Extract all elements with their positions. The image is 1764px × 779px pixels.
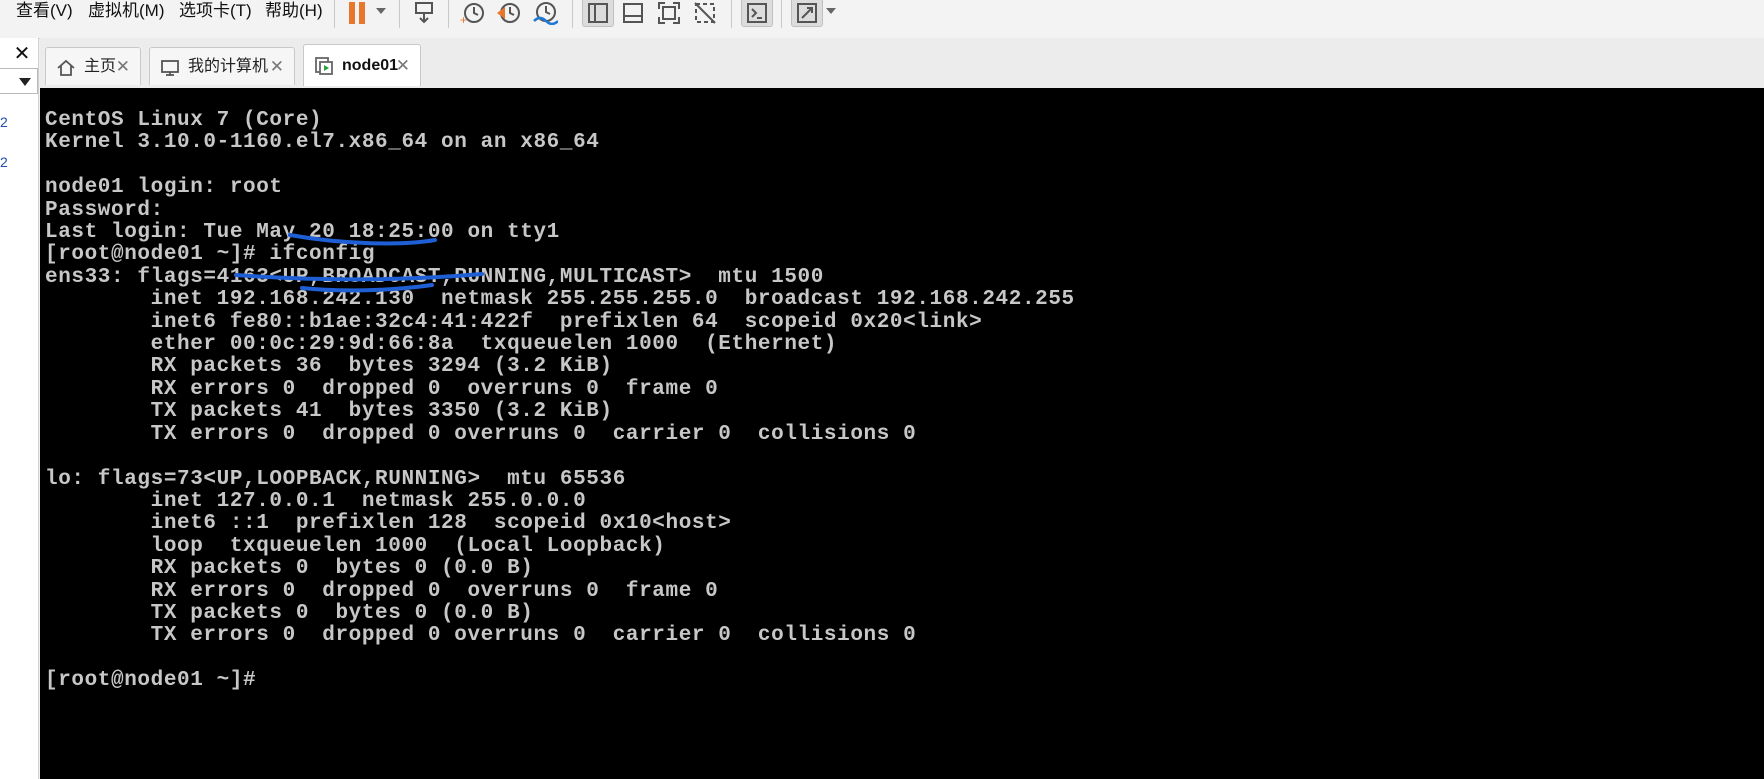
console-line: TX packets 0 bytes 0 (0.0 B): [45, 601, 534, 625]
toolbar-separator: [572, 0, 573, 28]
tab-label: node01: [342, 57, 399, 74]
tab-label: 主页: [84, 58, 117, 75]
console-line: RX errors 0 dropped 0 overruns 0 frame 0: [45, 377, 719, 401]
toolbar-separator: [448, 0, 449, 28]
unity-button[interactable]: [690, 0, 720, 26]
console-line: [root@node01 ~]#: [45, 669, 257, 693]
computer-icon: [161, 60, 179, 76]
vm-icon: [315, 57, 333, 75]
tab-node01[interactable]: node01 ✕: [303, 44, 421, 86]
toolbar-separator: [731, 0, 732, 28]
home-icon: [57, 59, 75, 76]
console-line: ens33: flags=4163<UP,BROADCAST,RUNNING,M…: [45, 265, 824, 289]
console-line: [root@node01 ~]# ifconfig: [45, 243, 376, 267]
menu-view[interactable]: 查看(V): [14, 0, 75, 22]
send-ctrl-alt-del-icon: [415, 2, 433, 24]
console-line: inet6 fe80::b1ae:32c4:41:422f prefixlen …: [45, 310, 983, 334]
snapshot-revert-button[interactable]: [494, 0, 524, 26]
unity-icon: [694, 2, 716, 24]
chevron-down-icon[interactable]: [19, 78, 31, 86]
library-item-fragment[interactable]: 2: [0, 114, 8, 130]
console-line: TX errors 0 dropped 0 overruns 0 carrier…: [45, 422, 917, 446]
library-item-fragment[interactable]: 2: [0, 154, 8, 170]
console-line: node01 login: root: [45, 176, 283, 200]
tab-strip: 主页 ✕ 我的计算机 ✕ node01 ✕: [40, 38, 1764, 89]
tab-label: 我的计算机: [188, 58, 269, 75]
show-library-icon: [588, 3, 608, 23]
console-line: ether 00:0c:29:9d:66:8a txqueuelen 1000 …: [45, 333, 838, 357]
toolbar-separator: [399, 0, 400, 28]
close-icon[interactable]: ✕: [396, 57, 410, 75]
snapshot-take-icon: +: [460, 3, 484, 25]
autofit-dropdown-arrow[interactable]: [826, 8, 836, 14]
console-view-icon: [747, 3, 767, 23]
vm-console-screen[interactable]: CentOS Linux 7 (Core) Kernel 3.10.0-1160…: [40, 88, 1764, 779]
thumbnail-bar-button[interactable]: [618, 0, 648, 26]
console-line: TX errors 0 dropped 0 overruns 0 carrier…: [45, 624, 917, 648]
console-line: CentOS Linux 7 (Core): [45, 109, 323, 132]
autofit-icon: [797, 3, 817, 23]
toolbar-separator: [781, 0, 782, 28]
snapshot-manager-button[interactable]: [530, 0, 560, 26]
snapshot-revert-icon: [497, 3, 520, 23]
pause-icon: [349, 2, 365, 24]
toolbar-separator: [334, 0, 335, 28]
console-view-button[interactable]: [741, 0, 773, 27]
pause-dropdown-arrow[interactable]: [376, 8, 386, 14]
console-line: Password:: [45, 198, 164, 222]
svg-text:+: +: [460, 13, 467, 25]
menu-help[interactable]: 帮助(H): [263, 0, 325, 22]
close-icon[interactable]: ✕: [116, 58, 130, 76]
library-pane: ✕ 2 2: [0, 38, 39, 779]
close-icon[interactable]: ✕: [270, 58, 284, 76]
tab-home[interactable]: 主页 ✕: [45, 47, 141, 85]
console-line: inet6 ::1 prefixlen 128 scopeid 0x10<hos…: [45, 512, 732, 536]
console-line: inet 192.168.242.130 netmask 255.255.255…: [45, 288, 1075, 312]
console-line: inet 127.0.0.1 netmask 255.0.0.0: [45, 489, 587, 513]
send-ctrl-alt-del-button[interactable]: [410, 0, 440, 26]
library-close-icon[interactable]: ✕: [12, 44, 32, 64]
pause-button[interactable]: [344, 0, 370, 26]
console-line: lo: flags=73<UP,LOOPBACK,RUNNING> mtu 65…: [45, 467, 626, 491]
library-search-combo[interactable]: [0, 68, 38, 94]
console-line: Last login: Tue May 20 18:25:00 on tty1: [45, 221, 560, 245]
console-line: RX errors 0 dropped 0 overruns 0 frame 0: [45, 579, 719, 603]
console-line: loop txqueuelen 1000 (Local Loopback): [45, 534, 666, 558]
console-text: CentOS Linux 7 (Core) Kernel 3.10.0-1160…: [45, 109, 1075, 693]
console-line: RX packets 36 bytes 3294 (3.2 KiB): [45, 355, 613, 379]
menu-vm[interactable]: 虚拟机(M): [86, 0, 166, 22]
menu-tabs[interactable]: 选项卡(T): [177, 0, 254, 22]
thumbnail-bar-icon: [623, 3, 643, 23]
console-line: Kernel 3.10.0-1160.el7.x86_64 on an x86_…: [45, 131, 600, 155]
console-line: RX packets 0 bytes 0 (0.0 B): [45, 557, 534, 581]
snapshot-manager-icon: [533, 2, 558, 25]
show-library-button[interactable]: [582, 0, 614, 27]
fullscreen-icon: [658, 2, 680, 24]
autofit-button[interactable]: [791, 0, 823, 27]
fullscreen-button[interactable]: [654, 0, 684, 26]
console-line: TX packets 41 bytes 3350 (3.2 KiB): [45, 400, 613, 424]
menu-bar: 查看(V) 虚拟机(M) 选项卡(T) 帮助(H) +: [0, 0, 1764, 39]
snapshot-take-button[interactable]: +: [458, 0, 488, 26]
tab-my-computer[interactable]: 我的计算机 ✕: [149, 47, 295, 85]
